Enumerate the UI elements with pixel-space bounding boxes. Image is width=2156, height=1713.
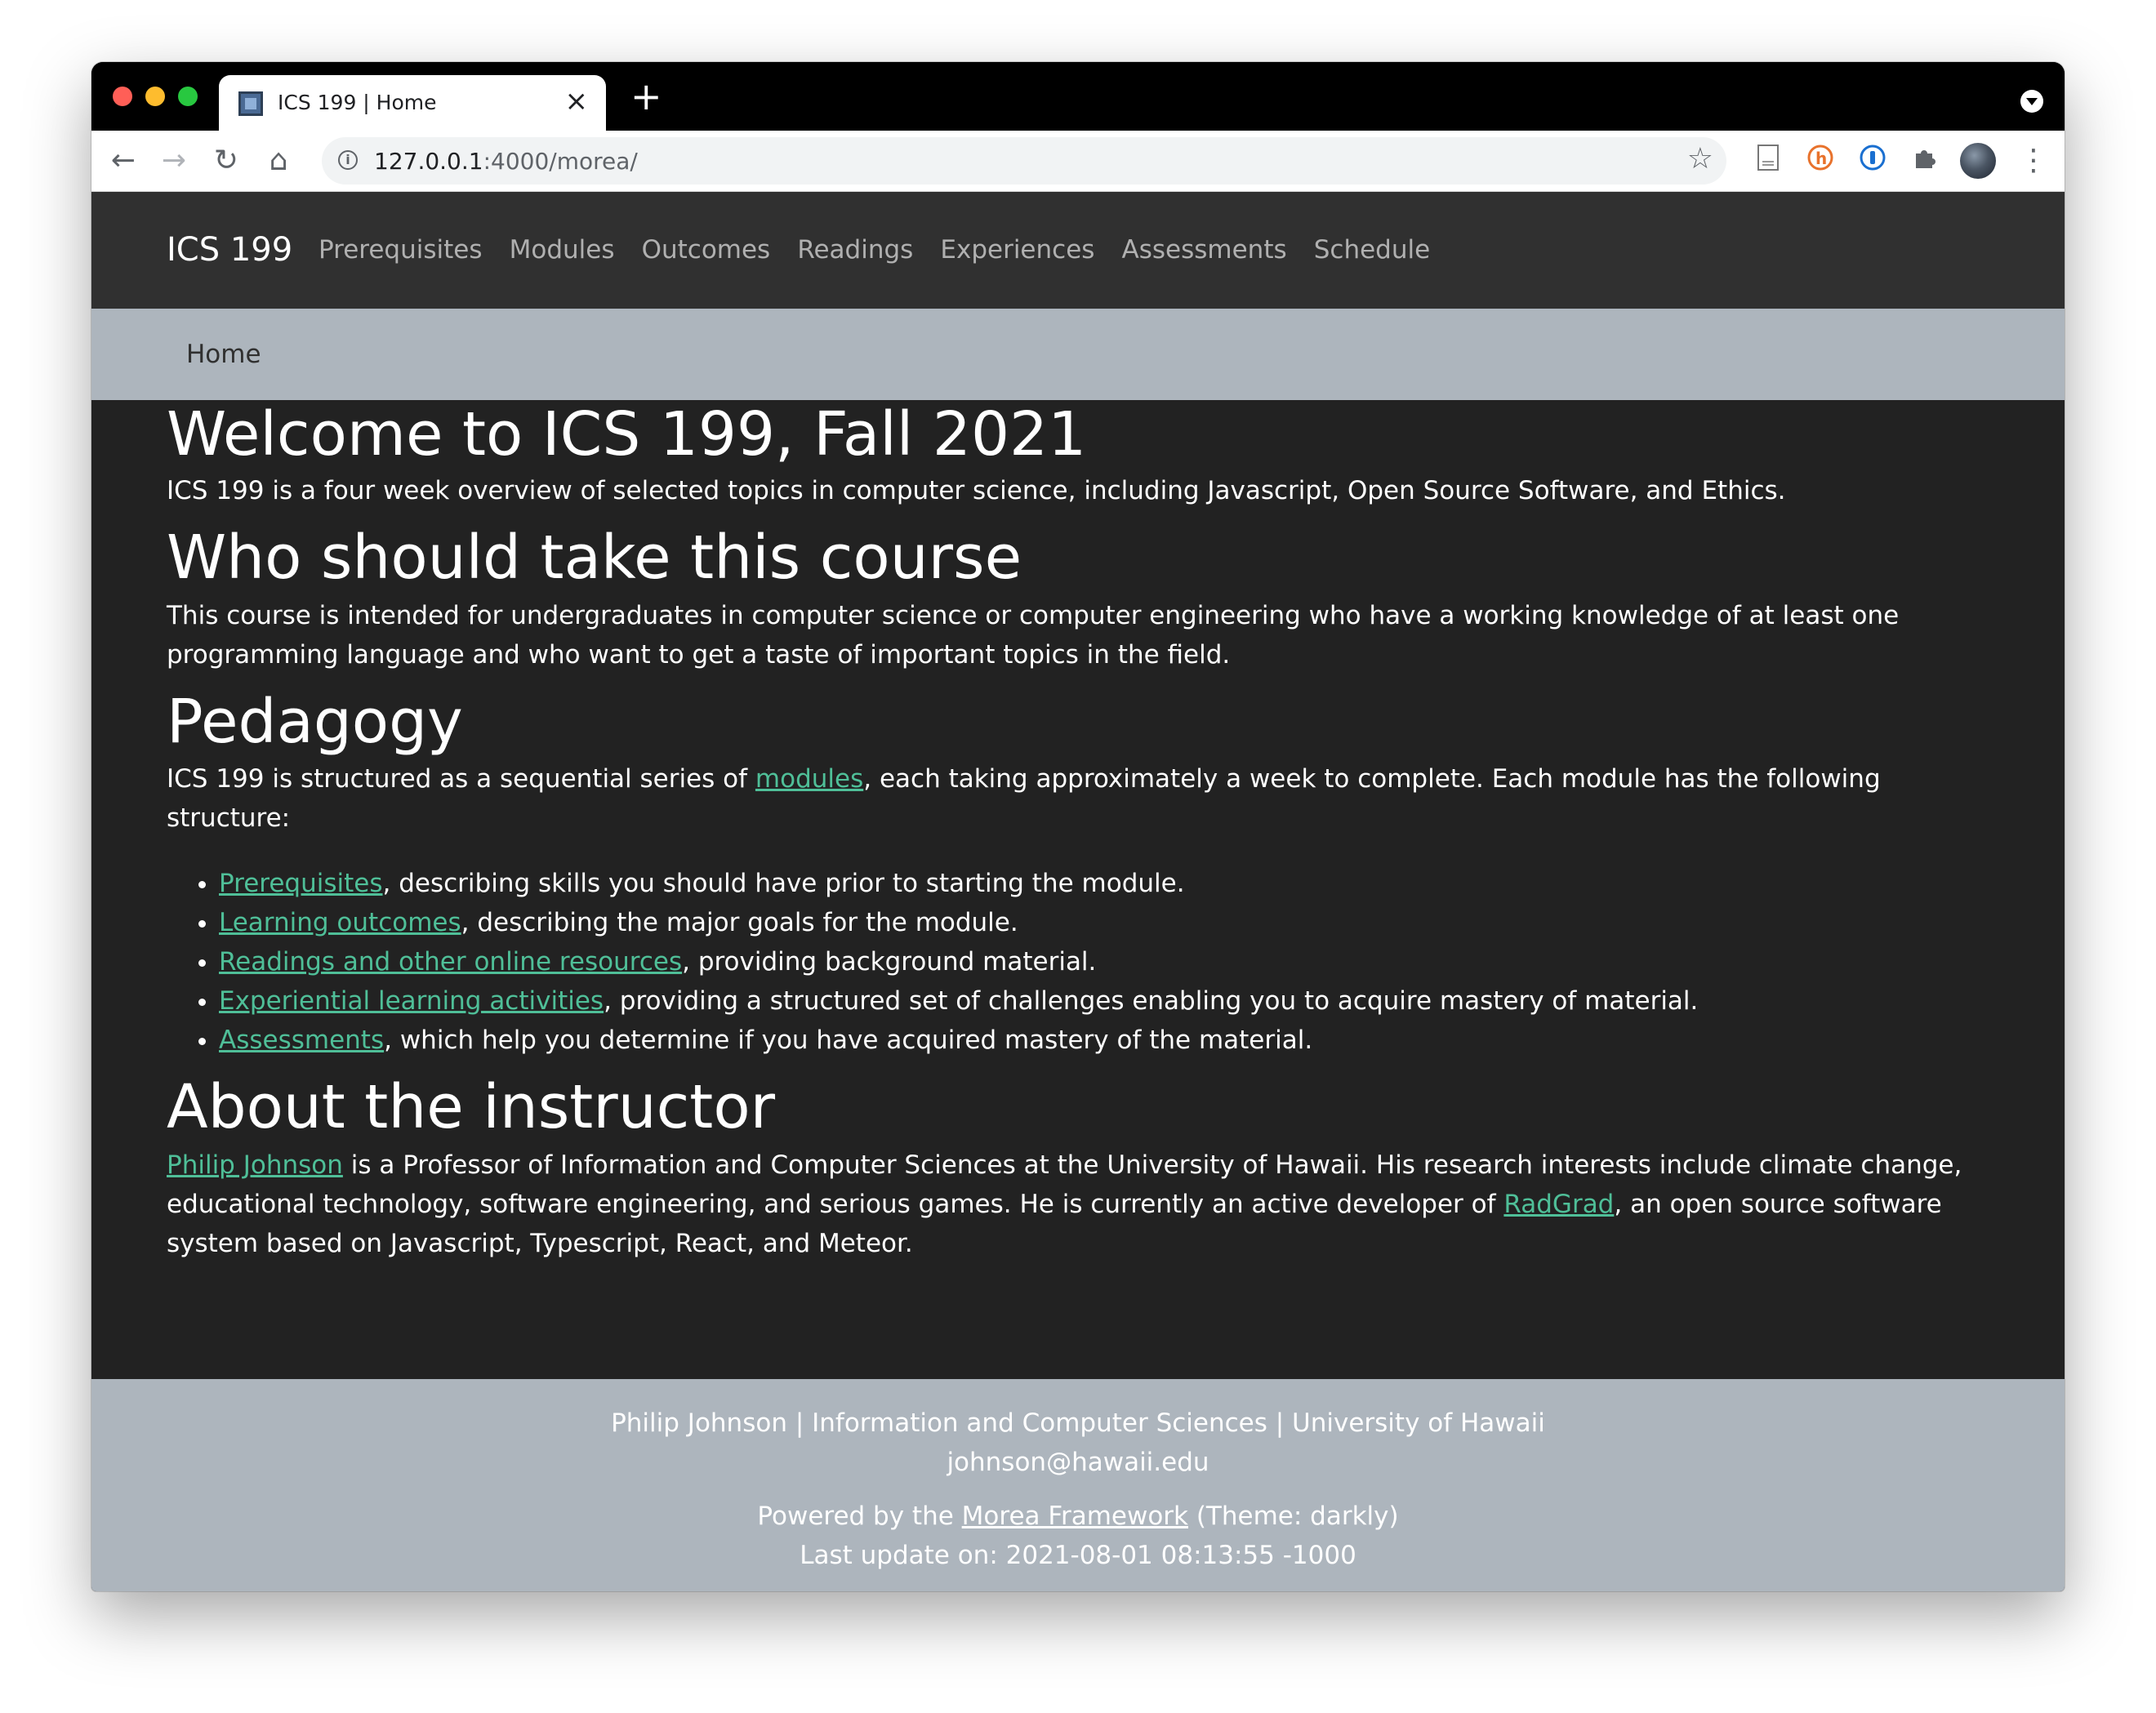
list-item: Prerequisites, describing skills you sho… bbox=[219, 864, 2004, 903]
nav-link-experiences[interactable]: Experiences bbox=[940, 235, 1094, 265]
minimize-window-button[interactable] bbox=[145, 87, 165, 106]
morea-framework-link[interactable]: Morea Framework bbox=[962, 1502, 1188, 1531]
nav-link-readings[interactable]: Readings bbox=[797, 235, 913, 265]
favicon-icon bbox=[238, 91, 263, 116]
close-tab-icon[interactable]: × bbox=[565, 85, 589, 118]
profile-avatar[interactable] bbox=[1960, 143, 1996, 179]
browser-menu-icon[interactable]: ⋮ bbox=[2019, 140, 2048, 181]
radgrad-link[interactable]: RadGrad bbox=[1503, 1190, 1614, 1219]
nav-links: Prerequisites Modules Outcomes Readings … bbox=[318, 235, 1453, 265]
tab-strip: ICS 199 | Home × + bbox=[91, 62, 2065, 131]
experiential-activities-link[interactable]: Experiential learning activities bbox=[219, 986, 604, 1016]
nav-link-modules[interactable]: Modules bbox=[510, 235, 615, 265]
browser-window: ICS 199 | Home × + ← → ↻ ⌂ i 127.0.0.1:4… bbox=[91, 62, 2065, 1591]
list-item: Assessments, which help you determine if… bbox=[219, 1021, 2004, 1060]
last-update: Last update on: 2021-08-01 08:13:55 -100… bbox=[800, 1541, 1356, 1570]
list-item: Experiential learning activities, provid… bbox=[219, 981, 2004, 1021]
instructor-text: Philip Johnson is a Professor of Informa… bbox=[167, 1150, 1962, 1259]
honey-icon[interactable]: h bbox=[1803, 144, 1838, 178]
site-info-icon[interactable]: i bbox=[338, 150, 358, 170]
back-icon[interactable]: ← bbox=[103, 140, 144, 181]
forward-icon[interactable]: → bbox=[154, 140, 194, 181]
reload-icon[interactable]: ↻ bbox=[206, 140, 247, 181]
site-brand-link[interactable]: ICS 199 bbox=[167, 231, 292, 269]
main-content: Welcome to ICS 199, Fall 2021 ICS 199 is… bbox=[167, 398, 2004, 1263]
breadcrumb: Home bbox=[186, 340, 261, 369]
home-icon[interactable]: ⌂ bbox=[258, 140, 299, 181]
readings-link[interactable]: Readings and other online resources bbox=[219, 947, 682, 977]
assessments-link[interactable]: Assessments bbox=[219, 1026, 384, 1055]
site-navbar: ICS 199 Prerequisites Modules Outcomes R… bbox=[91, 192, 2065, 309]
new-tab-button[interactable]: + bbox=[630, 77, 662, 116]
list-item: Readings and other online resources, pro… bbox=[219, 942, 2004, 981]
puzzle-icon[interactable] bbox=[1908, 144, 1942, 178]
footer-contact: Philip Johnson | Information and Compute… bbox=[611, 1408, 1545, 1477]
zoom-window-button[interactable] bbox=[178, 87, 198, 106]
pedagogy-intro: ICS 199 is structured as a sequential se… bbox=[167, 764, 1881, 834]
footer-email: johnson@hawaii.edu bbox=[947, 1448, 1209, 1477]
browser-tab[interactable]: ICS 199 | Home × bbox=[219, 75, 606, 131]
who-heading: Who should take this course bbox=[167, 522, 1022, 593]
learning-outcomes-link[interactable]: Learning outcomes bbox=[219, 908, 461, 937]
password-manager-icon[interactable] bbox=[1855, 144, 1890, 178]
nav-link-schedule[interactable]: Schedule bbox=[1314, 235, 1430, 265]
browser-toolbar: ← → ↻ ⌂ i 127.0.0.1:4000/morea/ ☆ h ⋮ bbox=[91, 131, 2065, 192]
module-structure-list: Prerequisites, describing skills you sho… bbox=[167, 864, 2004, 1060]
document-icon[interactable] bbox=[1751, 144, 1785, 178]
breadcrumb-bar: Home bbox=[91, 309, 2065, 400]
list-item: Learning outcomes, describing the major … bbox=[219, 903, 2004, 942]
svg-text:h: h bbox=[1815, 149, 1827, 168]
page-footer: Philip Johnson | Information and Compute… bbox=[91, 1379, 2065, 1591]
tab-search-icon[interactable] bbox=[2020, 90, 2043, 113]
modules-link[interactable]: modules bbox=[755, 764, 863, 794]
instructor-heading: About the instructor bbox=[167, 1072, 776, 1143]
nav-link-prerequisites[interactable]: Prerequisites bbox=[318, 235, 483, 265]
nav-link-outcomes[interactable]: Outcomes bbox=[642, 235, 771, 265]
pedagogy-heading: Pedagogy bbox=[167, 686, 463, 757]
bookmark-star-icon[interactable]: ☆ bbox=[1687, 142, 1713, 176]
prerequisites-link[interactable]: Prerequisites bbox=[219, 869, 383, 898]
philip-johnson-link[interactable]: Philip Johnson bbox=[167, 1150, 343, 1180]
nav-link-assessments[interactable]: Assessments bbox=[1122, 235, 1287, 265]
tab-title: ICS 199 | Home bbox=[278, 91, 437, 114]
page-title: Welcome to ICS 199, Fall 2021 bbox=[167, 399, 1087, 469]
welcome-text: ICS 199 is a four week overview of selec… bbox=[167, 475, 1786, 505]
url-text[interactable]: 127.0.0.1:4000/morea/ bbox=[374, 148, 638, 175]
footer-powered: Powered by the Morea Framework (Theme: d… bbox=[757, 1502, 1399, 1570]
close-window-button[interactable] bbox=[113, 87, 132, 106]
who-text: This course is intended for undergraduat… bbox=[167, 600, 1900, 670]
address-bar[interactable]: i 127.0.0.1:4000/morea/ ☆ bbox=[322, 137, 1726, 185]
